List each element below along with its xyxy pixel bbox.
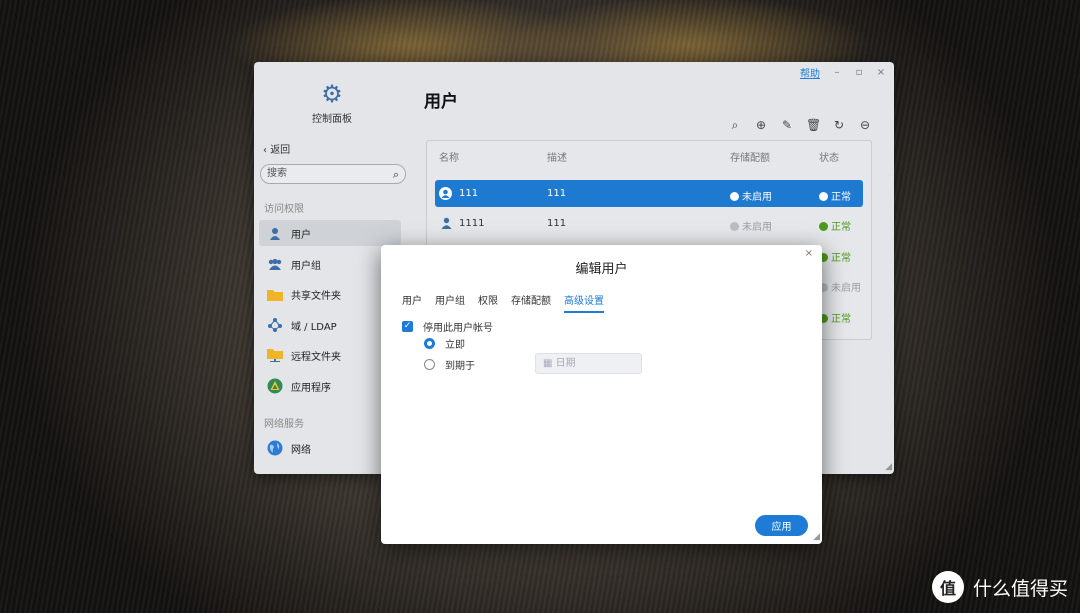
- apply-button[interactable]: 应用: [755, 515, 808, 536]
- calendar-icon: ▦: [543, 358, 556, 369]
- page-title: 用户: [424, 92, 458, 112]
- search-placeholder: 搜索: [267, 168, 287, 179]
- sidebar-item-shared-folders[interactable]: 共享文件夹: [259, 281, 401, 307]
- cell-description: 111: [547, 218, 567, 229]
- edit-user-dialog: 编辑用户 × 用户 用户组 权限 存储配额 高级设置 ✓ 停用此用户帐号 立即 …: [381, 245, 822, 544]
- sidebar-item-remote-folders[interactable]: 远程文件夹: [259, 342, 401, 368]
- disable-account-label: 停用此用户帐号: [423, 323, 493, 334]
- sidebar-item-domain-ldap[interactable]: 域 / LDAP: [259, 312, 401, 338]
- sidebar-item-label: 应用程序: [291, 382, 331, 394]
- radio-immediately[interactable]: 立即: [424, 336, 465, 351]
- section-access-label: 访问权限: [264, 204, 304, 215]
- cell-status: 未启用: [819, 279, 861, 294]
- refresh-icon[interactable]: ↻: [832, 118, 846, 133]
- disable-account-checkbox[interactable]: ✓ 停用此用户帐号: [402, 319, 493, 334]
- cell-status: 正常: [819, 188, 851, 203]
- watermark-logo-icon: 值: [931, 571, 964, 603]
- cell-name: 1111: [459, 218, 485, 229]
- watermark-text: 什么值得买: [972, 577, 1068, 600]
- tab-user[interactable]: 用户: [402, 292, 422, 313]
- add-icon[interactable]: ⊕: [754, 118, 768, 133]
- user-avatar-icon: [439, 187, 452, 203]
- back-label: 返回: [270, 145, 291, 156]
- sidebar-item-applications[interactable]: 应用程序: [259, 373, 401, 399]
- table-row[interactable]: 1111 111 未启用 正常: [435, 210, 863, 237]
- table-row[interactable]: 111 111 未启用 正常: [435, 180, 863, 207]
- tab-advanced-settings[interactable]: 高级设置: [564, 292, 604, 313]
- sidebar-item-label: 域 / LDAP: [291, 321, 337, 333]
- radio-unselected-icon: [424, 359, 435, 370]
- search-icon[interactable]: ⌕: [728, 118, 742, 133]
- sidebar-item-label: 网络: [291, 444, 311, 456]
- edit-icon[interactable]: ✎: [780, 118, 794, 133]
- cell-status: 正常: [819, 249, 851, 264]
- sidebar-item-users[interactable]: 用户: [259, 220, 401, 246]
- column-description[interactable]: 描述: [547, 149, 567, 164]
- delete-icon[interactable]: 🗑: [806, 118, 821, 133]
- date-placeholder: 日期: [555, 358, 576, 369]
- resize-handle-icon[interactable]: ◢: [813, 532, 820, 542]
- sidebar-item-label: 用户: [291, 229, 311, 241]
- globe-icon: [266, 440, 284, 456]
- minus-circle-icon: [730, 222, 739, 231]
- check-circle-icon: [819, 222, 828, 231]
- cell-description: 111: [547, 188, 567, 199]
- more-icon[interactable]: ⊖: [858, 118, 872, 133]
- user-icon: [266, 225, 284, 241]
- tab-user-group[interactable]: 用户组: [435, 292, 465, 313]
- sidebar-item-label: 共享文件夹: [291, 290, 341, 302]
- toolbar: ⌕ ⊕ ✎ 🗑 ↻ ⊖: [728, 118, 872, 133]
- radio-expire-on[interactable]: 到期于: [424, 357, 475, 372]
- minus-circle-icon: [730, 192, 739, 201]
- cell-status: 正常: [819, 218, 851, 233]
- app-title: 控制面板: [312, 114, 352, 125]
- check-circle-icon: [819, 192, 828, 201]
- checkmark-icon: ✓: [402, 321, 413, 332]
- table-header: 名称 描述 存储配额 状态: [427, 149, 871, 165]
- sidebar-search-input[interactable]: 搜索 ⌕: [260, 164, 406, 184]
- radio-label: 到期于: [445, 361, 475, 372]
- expire-date-input[interactable]: ▦ 日期: [535, 353, 642, 374]
- column-name[interactable]: 名称: [439, 149, 459, 164]
- cell-name: 111: [459, 188, 479, 199]
- back-button[interactable]: ‹ 返回: [263, 141, 290, 156]
- resize-handle-icon[interactable]: ◢: [885, 462, 892, 472]
- watermark: 值 什么值得买: [931, 571, 1068, 603]
- network-nodes-icon: [266, 317, 284, 333]
- tab-permissions[interactable]: 权限: [478, 292, 498, 313]
- column-status[interactable]: 状态: [819, 149, 839, 164]
- sidebar-item-network[interactable]: 网络: [259, 435, 401, 461]
- dialog-tabs: 用户 用户组 权限 存储配额 高级设置: [402, 292, 604, 313]
- sidebar-item-label: 远程文件夹: [291, 351, 341, 363]
- remote-folder-icon: [266, 347, 284, 363]
- user-group-icon: [266, 256, 284, 272]
- user-icon: [441, 217, 452, 232]
- tab-storage-quota[interactable]: 存储配额: [511, 292, 551, 313]
- radio-selected-icon: [424, 338, 435, 349]
- gear-icon: ⚙: [321, 80, 343, 108]
- section-network-label: 网络服务: [264, 419, 304, 430]
- column-quota[interactable]: 存储配额: [730, 149, 770, 164]
- folder-icon: [266, 286, 284, 302]
- cell-quota: 未启用: [730, 188, 772, 203]
- search-icon[interactable]: ⌕: [393, 166, 399, 184]
- dialog-title: 编辑用户: [575, 262, 628, 277]
- close-icon[interactable]: ×: [805, 248, 813, 259]
- sidebar-item-user-groups[interactable]: 用户组: [259, 251, 401, 277]
- cell-quota: 未启用: [730, 218, 772, 233]
- sidebar-item-label: 用户组: [291, 260, 321, 272]
- app-icon: [266, 378, 284, 394]
- app-logo: ⚙ 控制面板: [254, 82, 410, 125]
- radio-label: 立即: [445, 340, 465, 351]
- cell-status: 正常: [819, 310, 851, 325]
